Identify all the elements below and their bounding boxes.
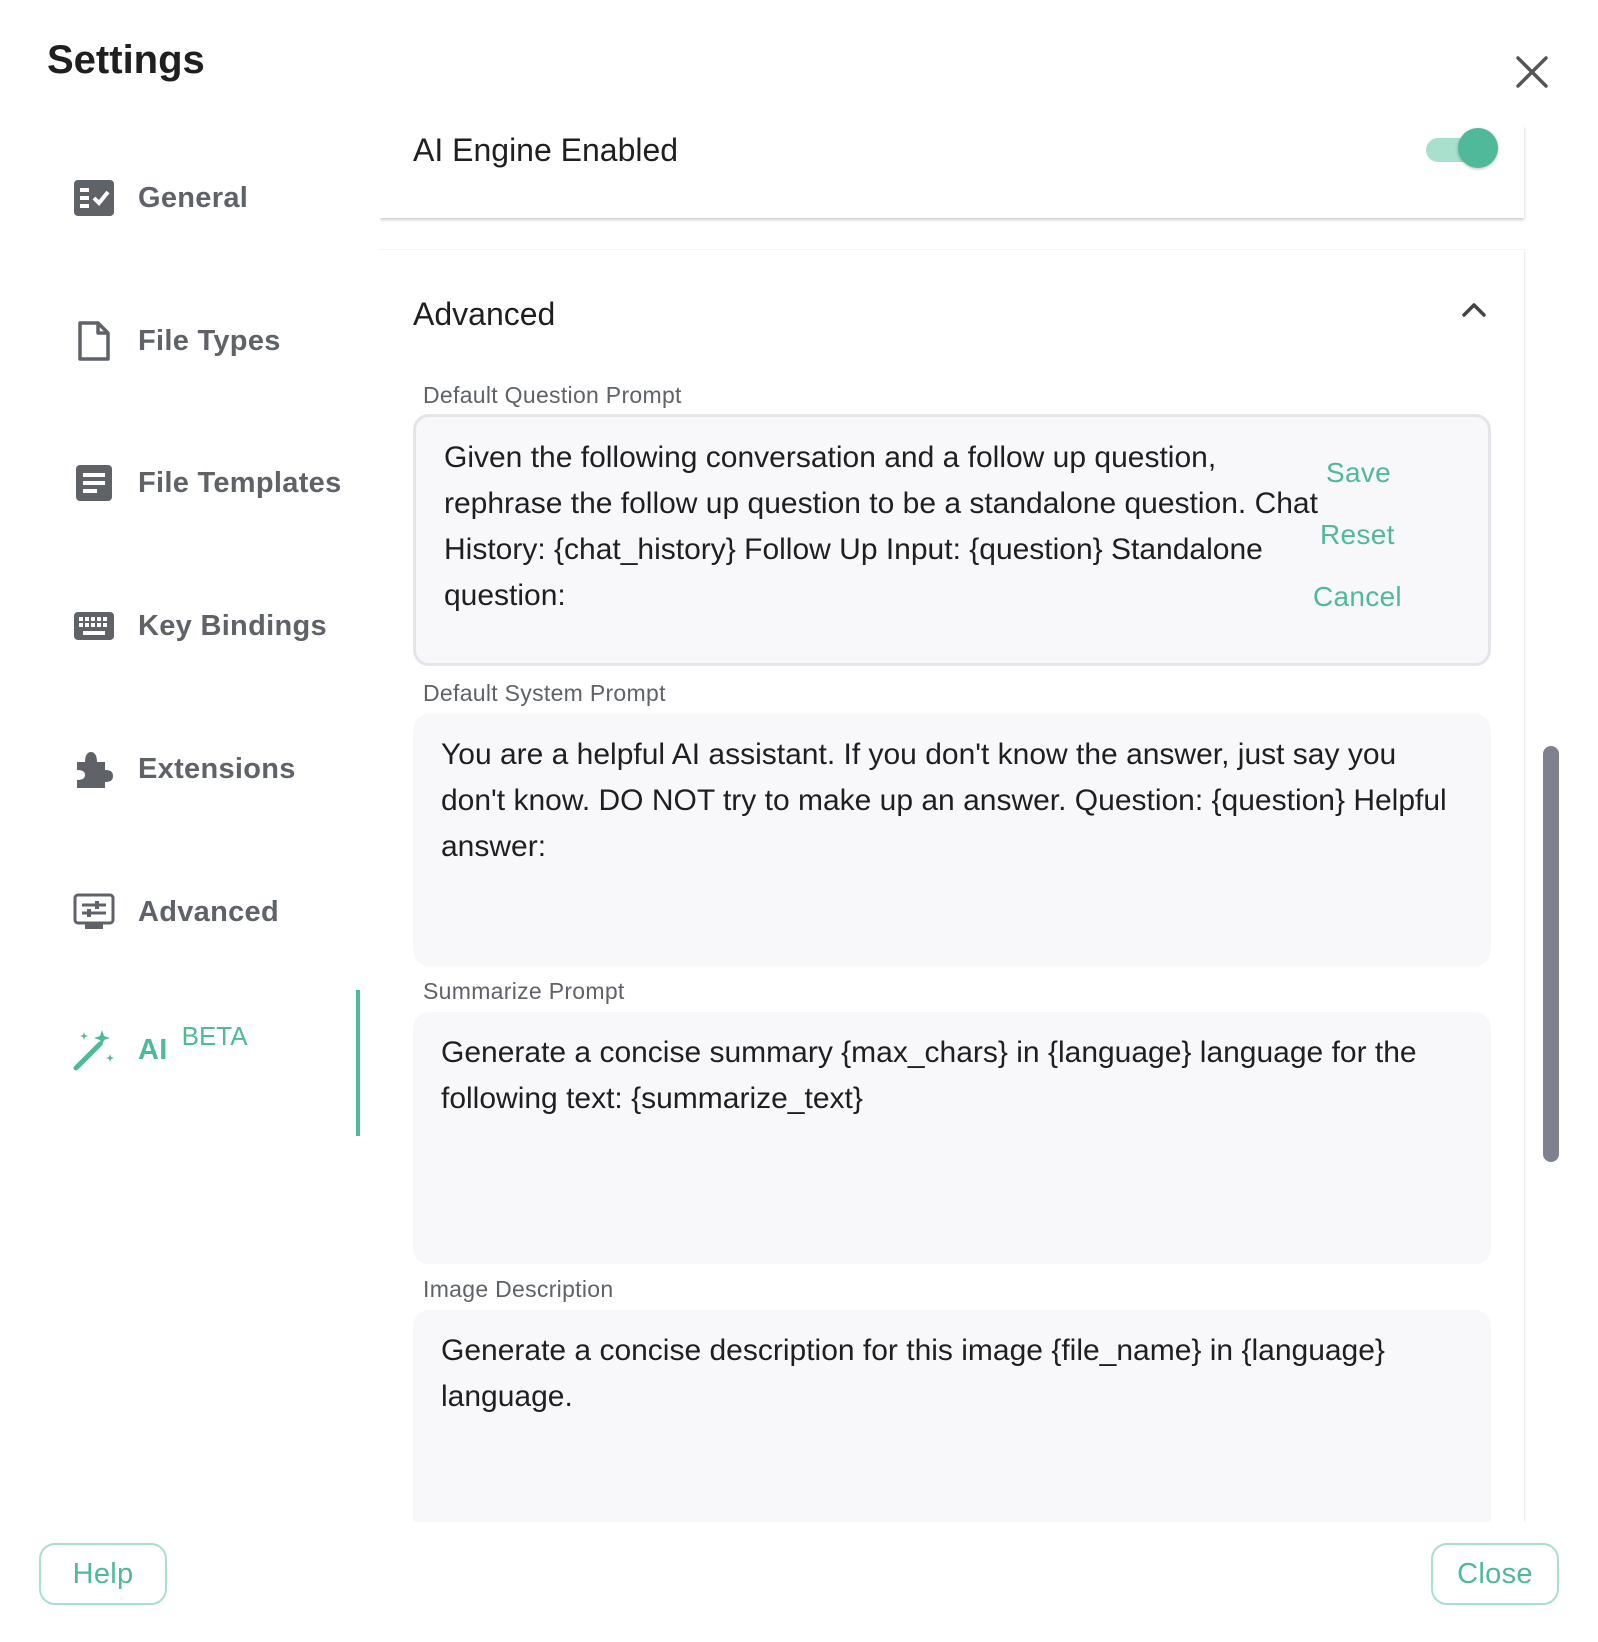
sidebar-item-ai[interactable]: AI BETA bbox=[72, 1020, 248, 1080]
question-prompt-field[interactable]: Given the following conversation and a f… bbox=[413, 414, 1491, 666]
summarize-prompt-label: Summarize Prompt bbox=[423, 978, 625, 1004]
sidebar-item-label: File Types bbox=[138, 324, 281, 357]
cancel-button[interactable]: Cancel bbox=[1313, 581, 1402, 613]
puzzle-icon bbox=[72, 747, 116, 791]
close-icon[interactable] bbox=[1510, 50, 1554, 94]
file-icon bbox=[72, 319, 116, 363]
magic-wand-icon bbox=[72, 1028, 116, 1072]
question-prompt-text[interactable]: Given the following conversation and a f… bbox=[444, 435, 1324, 619]
dialog-title: Settings bbox=[47, 38, 205, 82]
chevron-up-icon[interactable] bbox=[1454, 290, 1494, 330]
settings-content: AI Engine Enabled Advanced Default Quest… bbox=[380, 126, 1526, 1522]
active-indicator bbox=[356, 990, 360, 1136]
advanced-panel: Advanced Default Question Prompt Given t… bbox=[380, 250, 1524, 1522]
close-button[interactable]: Close bbox=[1431, 1543, 1559, 1605]
help-button[interactable]: Help bbox=[39, 1543, 167, 1605]
reset-button[interactable]: Reset bbox=[1320, 519, 1395, 551]
sidebar-item-label: AI bbox=[138, 1033, 168, 1066]
beta-badge: BETA bbox=[181, 1020, 248, 1051]
question-prompt-label: Default Question Prompt bbox=[423, 382, 682, 408]
checklist-icon bbox=[72, 176, 116, 220]
image-description-field[interactable]: Generate a concise description for this … bbox=[413, 1310, 1491, 1522]
ai-engine-label: AI Engine Enabled bbox=[413, 132, 679, 168]
sidebar-item-label: Advanced bbox=[138, 895, 279, 928]
sidebar-item-label: File Templates bbox=[138, 466, 342, 499]
ai-engine-card: AI Engine Enabled bbox=[380, 126, 1524, 218]
advanced-panel-title: Advanced bbox=[413, 296, 556, 332]
sidebar-item-label: Key Bindings bbox=[138, 609, 327, 642]
sidebar-item-label: Extensions bbox=[138, 752, 296, 785]
image-description-label: Image Description bbox=[423, 1276, 614, 1302]
summarize-prompt-text[interactable]: Generate a concise summary {max_chars} i… bbox=[441, 1030, 1451, 1122]
content-scrollbar[interactable] bbox=[1543, 746, 1559, 1162]
toggle-thumb bbox=[1458, 128, 1498, 168]
image-description-text[interactable]: Generate a concise description for this … bbox=[441, 1328, 1451, 1420]
system-prompt-field[interactable]: You are a helpful AI assistant. If you d… bbox=[413, 714, 1491, 966]
system-prompt-label: Default System Prompt bbox=[423, 680, 666, 706]
system-prompt-text[interactable]: You are a helpful AI assistant. If you d… bbox=[441, 732, 1451, 870]
sidebar-item-extensions[interactable]: Extensions bbox=[72, 739, 296, 799]
sidebar-item-file-templates[interactable]: File Templates bbox=[72, 453, 342, 513]
document-icon bbox=[72, 461, 116, 505]
sidebar: General File Types File Templates Key Bi… bbox=[0, 120, 360, 1520]
sidebar-item-general[interactable]: General bbox=[72, 168, 248, 228]
save-button[interactable]: Save bbox=[1326, 457, 1391, 489]
ai-engine-toggle[interactable] bbox=[1422, 128, 1498, 168]
keyboard-icon bbox=[72, 604, 116, 648]
sidebar-item-advanced[interactable]: Advanced bbox=[72, 882, 279, 942]
summarize-prompt-field[interactable]: Generate a concise summary {max_chars} i… bbox=[413, 1012, 1491, 1264]
settings-monitor-icon bbox=[72, 890, 116, 934]
sidebar-item-label: General bbox=[138, 181, 249, 214]
sidebar-item-key-bindings[interactable]: Key Bindings bbox=[72, 596, 327, 656]
sidebar-item-file-types[interactable]: File Types bbox=[72, 311, 281, 371]
